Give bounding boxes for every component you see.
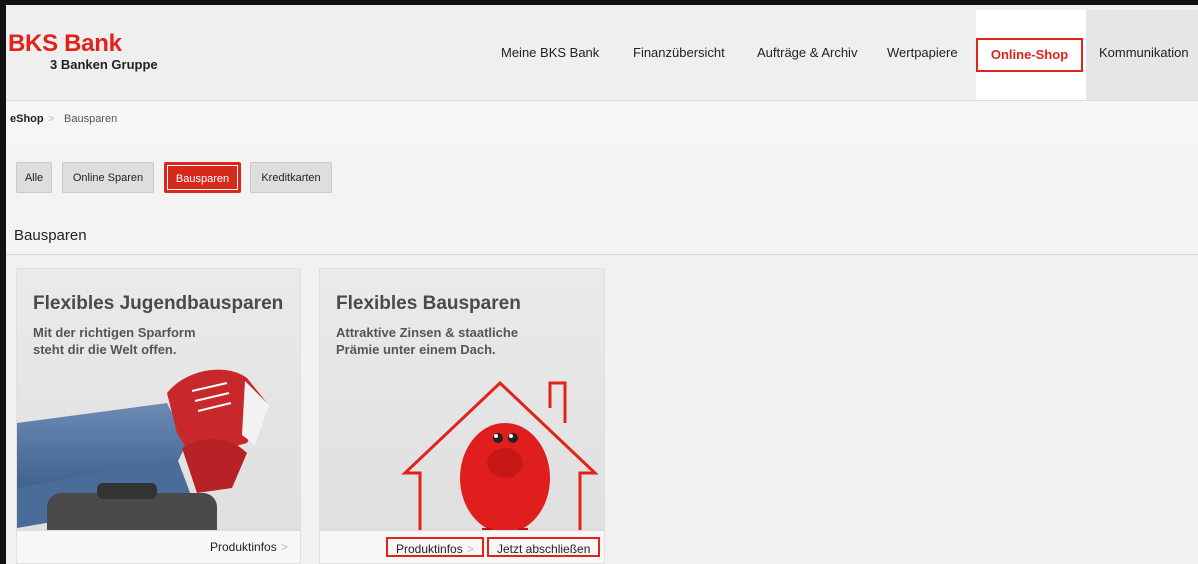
filter-area — [6, 143, 1198, 255]
nav-finanzuebersicht[interactable]: Finanzübersicht — [633, 5, 725, 100]
logo-subtitle: 3 Banken Gruppe — [50, 57, 158, 72]
card-title: Flexibles Bausparen — [336, 293, 521, 314]
card-subtitle-line1: Attraktive Zinsen & staatliche — [336, 325, 519, 340]
card-title: Flexibles Jugendbausparen — [33, 293, 284, 314]
card-subtitle-line2: Prämie unter einem Dach. — [336, 342, 496, 357]
filter-bausparen-button[interactable]: Bausparen — [164, 162, 241, 193]
filter-online-sparen-button[interactable]: Online Sparen — [62, 162, 154, 193]
bks-bank-logo[interactable]: BKS Bank — [8, 32, 122, 56]
section-divider — [6, 254, 1198, 255]
nav-wertpapiere[interactable]: Wertpapiere — [887, 5, 958, 100]
card-subtitle: Attraktive Zinsen & staatliche Prämie un… — [336, 324, 596, 358]
chevron-right-icon: > — [466, 542, 474, 556]
card-footer: Produktinfos > — [17, 530, 300, 563]
product-card-jugendbausparen[interactable]: Flexibles Jugendbausparen Mit der richti… — [16, 268, 301, 564]
nav-auftraege-archiv[interactable]: Aufträge & Archiv — [757, 5, 857, 100]
nav-meine-bks-bank[interactable]: Meine BKS Bank — [501, 5, 599, 100]
card-subtitle-line1: Mit der richtigen Sparform — [33, 325, 196, 340]
section-title: Bausparen — [14, 227, 87, 244]
breadcrumb: eShop > Bausparen — [6, 100, 1198, 144]
produktinfos-link[interactable]: Produktinfos > — [386, 537, 484, 557]
card-subtitle-line2: steht dir die Welt offen. — [33, 342, 177, 357]
jetzt-abschliessen-link[interactable]: Jetzt abschließen — [487, 537, 601, 557]
card-footer: Produktinfos > Jetzt abschließen — [320, 530, 604, 563]
product-card-bausparen[interactable]: Flexibles Bausparen Attraktive Zinsen & … — [319, 268, 605, 564]
breadcrumb-separator: > — [48, 113, 55, 125]
filter-kreditkarten-button[interactable]: Kreditkarten — [250, 162, 332, 193]
nav-online-shop[interactable]: Online-Shop — [976, 38, 1083, 72]
breadcrumb-eshop[interactable]: eShop — [10, 113, 44, 125]
nav-kommunikation[interactable]: Kommunikation — [1099, 5, 1189, 100]
filter-alle-button[interactable]: Alle — [16, 162, 52, 193]
chevron-right-icon: > — [280, 540, 288, 554]
card-subtitle: Mit der richtigen Sparform steht dir die… — [33, 324, 293, 358]
produktinfos-link[interactable]: Produktinfos > — [210, 537, 288, 557]
breadcrumb-current: Bausparen — [64, 113, 118, 125]
